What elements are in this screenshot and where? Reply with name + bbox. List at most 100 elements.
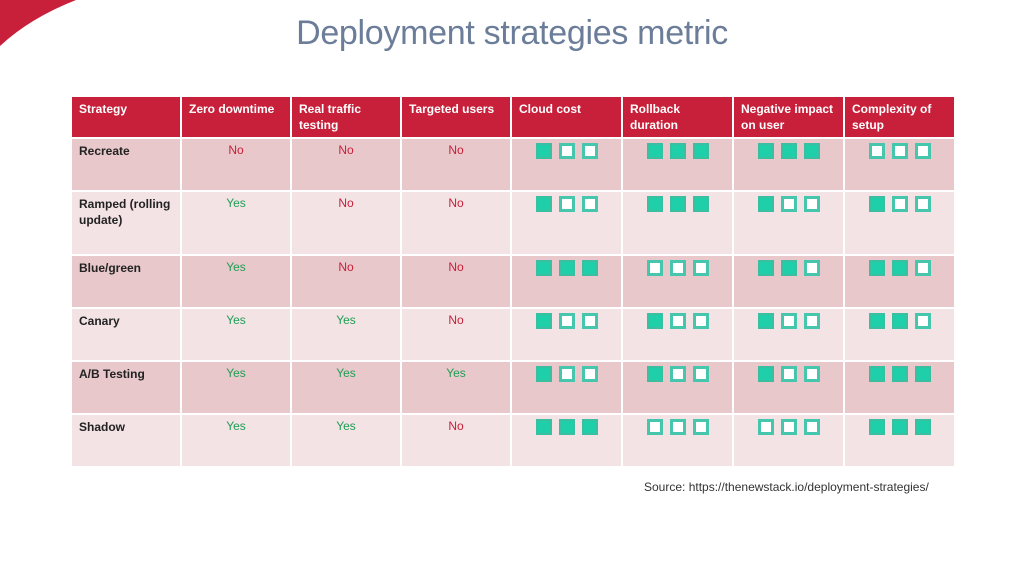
complexity-rating bbox=[843, 360, 956, 415]
empty-square-icon bbox=[558, 313, 575, 329]
strategy-name: A/B Testing bbox=[70, 360, 182, 415]
rollback-duration-rating bbox=[621, 307, 734, 362]
filled-square-icon bbox=[646, 143, 663, 159]
empty-square-icon bbox=[669, 313, 686, 329]
rating-boxes bbox=[535, 196, 598, 212]
complexity-rating bbox=[843, 307, 956, 362]
empty-square-icon bbox=[803, 419, 820, 435]
filled-square-icon bbox=[535, 143, 552, 159]
filled-square-icon bbox=[535, 419, 552, 435]
negative-impact-rating bbox=[732, 137, 845, 192]
rollback-duration-rating bbox=[621, 254, 734, 309]
strategy-name: Blue/green bbox=[70, 254, 182, 309]
filled-square-icon bbox=[803, 143, 820, 159]
rating-boxes bbox=[757, 313, 820, 329]
rating-boxes bbox=[535, 419, 598, 435]
empty-square-icon bbox=[914, 313, 931, 329]
empty-square-icon bbox=[558, 196, 575, 212]
filled-square-icon bbox=[757, 366, 774, 382]
filled-square-icon bbox=[757, 196, 774, 212]
header-zero-downtime: Zero downtime bbox=[180, 95, 292, 139]
negative-impact-rating bbox=[732, 307, 845, 362]
strategy-name: Ramped (rolling update) bbox=[70, 190, 182, 256]
filled-square-icon bbox=[914, 419, 931, 435]
filled-square-icon bbox=[535, 196, 552, 212]
zero-downtime-value: Yes bbox=[180, 360, 292, 415]
rating-boxes bbox=[535, 143, 598, 159]
negative-impact-rating bbox=[732, 360, 845, 415]
filled-square-icon bbox=[868, 196, 885, 212]
negative-impact-rating bbox=[732, 190, 845, 256]
zero-downtime-value: No bbox=[180, 137, 292, 192]
deployment-metric-table: Strategy Zero downtime Real traffic test… bbox=[70, 95, 956, 468]
cloud-cost-rating bbox=[510, 254, 623, 309]
filled-square-icon bbox=[868, 419, 885, 435]
targeted-users-value: Yes bbox=[400, 360, 512, 415]
rating-boxes bbox=[868, 366, 931, 382]
filled-square-icon bbox=[669, 196, 686, 212]
zero-downtime-value: Yes bbox=[180, 413, 292, 468]
rating-boxes bbox=[868, 260, 931, 276]
targeted-users-value: No bbox=[400, 307, 512, 362]
rating-boxes bbox=[535, 260, 598, 276]
filled-square-icon bbox=[757, 313, 774, 329]
empty-square-icon bbox=[914, 260, 931, 276]
filled-square-icon bbox=[891, 313, 908, 329]
empty-square-icon bbox=[558, 143, 575, 159]
zero-downtime-value: Yes bbox=[180, 190, 292, 256]
table-row: A/B Testing Yes Yes Yes bbox=[70, 360, 956, 415]
complexity-rating bbox=[843, 190, 956, 256]
rating-boxes bbox=[757, 196, 820, 212]
header-rollback-duration: Rollback duration bbox=[621, 95, 734, 139]
filled-square-icon bbox=[558, 260, 575, 276]
filled-square-icon bbox=[535, 313, 552, 329]
header-complexity: Complexity of setup bbox=[843, 95, 956, 139]
empty-square-icon bbox=[669, 366, 686, 382]
filled-square-icon bbox=[535, 260, 552, 276]
table-row: Blue/green Yes No No bbox=[70, 254, 956, 309]
page-title: Deployment strategies metric bbox=[296, 14, 728, 52]
zero-downtime-value: Yes bbox=[180, 307, 292, 362]
rollback-duration-rating bbox=[621, 190, 734, 256]
filled-square-icon bbox=[669, 143, 686, 159]
empty-square-icon bbox=[669, 260, 686, 276]
empty-square-icon bbox=[581, 143, 598, 159]
cloud-cost-rating bbox=[510, 413, 623, 468]
cloud-cost-rating bbox=[510, 307, 623, 362]
real-traffic-testing-value: Yes bbox=[290, 360, 402, 415]
negative-impact-rating bbox=[732, 254, 845, 309]
rating-boxes bbox=[868, 143, 931, 159]
real-traffic-testing-value: Yes bbox=[290, 413, 402, 468]
table-row: Canary Yes Yes No bbox=[70, 307, 956, 362]
header-targeted-users: Targeted users bbox=[400, 95, 512, 139]
filled-square-icon bbox=[891, 366, 908, 382]
empty-square-icon bbox=[646, 260, 663, 276]
rating-boxes bbox=[757, 419, 820, 435]
rating-boxes bbox=[646, 419, 709, 435]
zero-downtime-value: Yes bbox=[180, 254, 292, 309]
filled-square-icon bbox=[868, 313, 885, 329]
rating-boxes bbox=[868, 196, 931, 212]
empty-square-icon bbox=[914, 143, 931, 159]
header-cloud-cost: Cloud cost bbox=[510, 95, 623, 139]
empty-square-icon bbox=[692, 260, 709, 276]
filled-square-icon bbox=[581, 260, 598, 276]
filled-square-icon bbox=[692, 143, 709, 159]
empty-square-icon bbox=[692, 419, 709, 435]
empty-square-icon bbox=[646, 419, 663, 435]
rating-boxes bbox=[757, 260, 820, 276]
rating-boxes bbox=[646, 196, 709, 212]
empty-square-icon bbox=[780, 419, 797, 435]
empty-square-icon bbox=[581, 366, 598, 382]
filled-square-icon bbox=[868, 366, 885, 382]
complexity-rating bbox=[843, 137, 956, 192]
strategy-name: Recreate bbox=[70, 137, 182, 192]
rating-boxes bbox=[535, 313, 598, 329]
filled-square-icon bbox=[646, 196, 663, 212]
empty-square-icon bbox=[803, 366, 820, 382]
filled-square-icon bbox=[581, 419, 598, 435]
empty-square-icon bbox=[803, 313, 820, 329]
complexity-rating bbox=[843, 413, 956, 468]
empty-square-icon bbox=[803, 260, 820, 276]
filled-square-icon bbox=[757, 260, 774, 276]
